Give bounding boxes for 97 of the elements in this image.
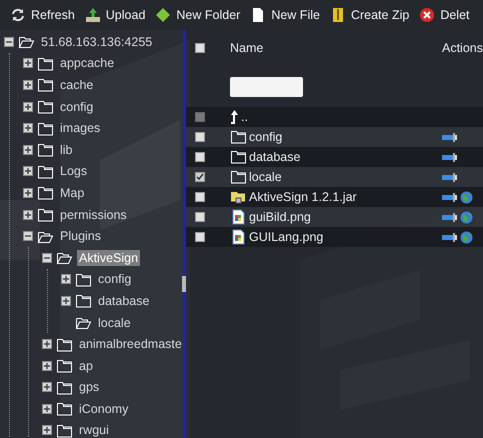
folder-icon	[56, 380, 73, 395]
expand-icon[interactable]	[42, 404, 52, 414]
folder-icon	[37, 120, 54, 136]
tree-item[interactable]: AktiveSign	[77, 250, 140, 266]
diamond-icon	[155, 7, 172, 23]
column-header[interactable]: Actions	[442, 41, 483, 55]
checkbox[interactable]	[195, 192, 205, 202]
checkbox[interactable]	[195, 132, 205, 142]
expand-icon[interactable]	[23, 210, 33, 220]
check-icon	[196, 173, 204, 181]
tree-item[interactable]: Logs	[58, 163, 90, 180]
image-file-icon	[230, 229, 247, 245]
checkbox[interactable]	[195, 212, 205, 222]
open-folder-icon	[56, 250, 73, 266]
tree-item[interactable]: lib	[58, 142, 75, 158]
folder-icon	[37, 207, 54, 222]
splitter-handle[interactable]	[182, 276, 186, 292]
edit-icon[interactable]	[442, 212, 457, 222]
expand-icon[interactable]	[42, 425, 52, 436]
folder-icon	[56, 358, 73, 374]
expand-icon[interactable]	[42, 382, 52, 392]
collapse-icon[interactable]	[42, 252, 52, 263]
collapse-icon[interactable]	[4, 36, 14, 47]
tree-item[interactable]: gps	[77, 379, 102, 396]
expand-icon[interactable]	[23, 144, 33, 155]
refresh-icon	[10, 7, 26, 23]
edit-icon[interactable]	[442, 172, 457, 182]
expand-icon[interactable]	[23, 166, 33, 176]
expand-icon[interactable]	[42, 360, 52, 371]
edit-icon[interactable]	[442, 192, 457, 202]
edit-icon[interactable]	[442, 132, 457, 142]
file-name[interactable]: locale	[249, 170, 282, 184]
checkbox[interactable]	[195, 43, 205, 53]
folder-icon	[230, 129, 247, 145]
file-name[interactable]: config	[249, 130, 282, 144]
tree-item[interactable]: iConomy	[77, 400, 130, 417]
folder-icon	[75, 272, 92, 287]
expand-icon[interactable]	[23, 102, 33, 112]
upload-icon	[84, 7, 101, 23]
tree-item[interactable]: ap	[77, 358, 95, 374]
expand-icon[interactable]	[23, 58, 33, 68]
folder-icon	[230, 149, 247, 165]
filter-field[interactable]	[230, 76, 303, 96]
checkbox[interactable]	[195, 232, 205, 242]
expand-icon[interactable]	[23, 123, 33, 134]
toolbar-button[interactable]: Delet	[419, 7, 470, 23]
globe-icon[interactable]	[460, 230, 473, 244]
folder-icon	[75, 293, 92, 308]
expand-icon[interactable]	[61, 274, 71, 284]
file-name[interactable]: guiBild.png	[249, 210, 311, 224]
toolbar-button[interactable]: New File	[250, 7, 320, 23]
expand-icon[interactable]	[42, 339, 52, 350]
tree-item[interactable]: Map	[58, 184, 86, 201]
globe-icon[interactable]	[460, 190, 473, 204]
tree-item[interactable]: Plugins	[58, 228, 103, 244]
tree-item[interactable]: config	[58, 98, 96, 115]
edit-icon[interactable]	[442, 152, 457, 162]
folder-icon	[56, 336, 73, 352]
tree-item[interactable]: appcache	[58, 55, 116, 72]
tree-item[interactable]: 51.68.163.136:4255	[39, 34, 154, 50]
tree-item[interactable]: config	[96, 271, 134, 288]
folder-icon	[56, 422, 73, 438]
toolbar-button[interactable]: New Folder	[155, 7, 240, 23]
folder-icon	[37, 164, 54, 179]
folder-icon	[37, 77, 54, 92]
folder-icon	[56, 401, 73, 416]
tree-item[interactable]: images	[58, 120, 102, 136]
checkbox[interactable]	[195, 152, 205, 162]
folder-icon	[37, 56, 54, 71]
file-name[interactable]: GUILang.png	[249, 230, 324, 244]
toolbar-button[interactable]: Create Zip	[330, 7, 410, 23]
image-file-icon	[230, 209, 247, 225]
folder-icon	[37, 99, 54, 114]
edit-icon[interactable]	[442, 232, 457, 242]
up-arrow-icon	[230, 109, 239, 125]
folder-icon	[37, 142, 54, 158]
expand-icon[interactable]	[23, 80, 33, 90]
tree-item[interactable]: locale	[96, 314, 133, 331]
toolbar-button[interactable]: Upload	[84, 7, 146, 23]
tree-item[interactable]: rwgui	[77, 422, 111, 438]
globe-icon[interactable]	[460, 210, 473, 224]
expand-icon[interactable]	[23, 188, 33, 198]
tree-item[interactable]: database	[96, 292, 152, 309]
tree-item[interactable]: permissions	[58, 206, 129, 223]
open-folder-icon	[18, 34, 35, 50]
checkbox[interactable]	[195, 172, 205, 182]
folder-icon	[37, 185, 54, 200]
expand-icon[interactable]	[61, 296, 71, 306]
delete-icon	[419, 7, 436, 23]
tree-item[interactable]: animalbreedmaste	[77, 336, 183, 352]
column-header[interactable]: Name	[230, 41, 442, 55]
file-name[interactable]: database	[249, 150, 300, 164]
tree-item[interactable]: cache	[58, 76, 96, 93]
collapse-icon[interactable]	[23, 231, 33, 242]
package-icon	[230, 189, 247, 205]
folder-icon	[230, 169, 247, 185]
toolbar-button[interactable]: Refresh	[10, 7, 75, 23]
